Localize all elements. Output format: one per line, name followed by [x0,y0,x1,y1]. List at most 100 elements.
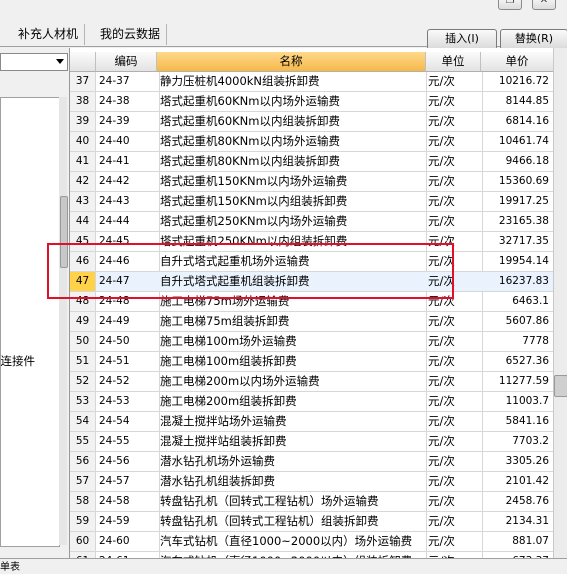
table-row[interactable]: 54 24-54 混凝土搅拌站场外运输费 元/次 5841.16 [70,412,553,432]
row-price[interactable]: 15360.69 [481,172,553,191]
row-price[interactable]: 19917.25 [481,192,553,211]
table-row[interactable]: 44 24-44 塔式起重机250KNm以内场外运输费 元/次 23165.38 [70,212,553,232]
row-unit[interactable]: 元/次 [426,372,483,391]
row-name[interactable]: 潜水钻孔机组装拆卸费 [157,472,427,491]
row-price[interactable]: 3305.26 [481,452,553,471]
row-unit[interactable]: 元/次 [426,392,483,411]
row-price[interactable]: 881.07 [481,532,553,551]
row-code[interactable]: 24-54 [96,412,160,431]
row-code[interactable]: 24-55 [96,432,160,451]
row-index[interactable]: 51 [70,352,96,371]
row-unit[interactable]: 元/次 [426,532,483,551]
row-price[interactable]: 10216.72 [481,72,553,91]
row-price[interactable]: 5607.86 [481,312,553,331]
row-unit[interactable]: 元/次 [426,512,483,531]
grid-scrollbar[interactable] [553,48,567,558]
row-unit[interactable]: 元/次 [426,192,483,211]
row-price[interactable]: 6814.16 [481,112,553,131]
row-name[interactable]: 施工电梯200m以内场外运输费 [157,372,427,391]
row-price[interactable]: 32717.35 [481,232,553,251]
table-row[interactable]: 59 24-59 转盘钻孔机（回转式工程钻机）组装拆卸费 元/次 2134.31 [70,512,553,532]
table-row[interactable]: 49 24-49 施工电梯75m组装拆卸费 元/次 5607.86 [70,312,553,332]
row-code[interactable]: 24-57 [96,472,160,491]
row-index[interactable]: 37 [70,72,96,91]
row-unit[interactable]: 元/次 [426,152,483,171]
row-price[interactable]: 9466.18 [481,152,553,171]
row-index[interactable]: 39 [70,112,96,131]
table-row[interactable]: 50 24-50 施工电梯100m场外运输费 元/次 7778 [70,332,553,352]
row-index[interactable]: 50 [70,332,96,351]
row-index[interactable]: 42 [70,172,96,191]
table-row[interactable]: 41 24-41 塔式起重机80KNm以内组装拆卸费 元/次 9466.18 [70,152,553,172]
row-price[interactable]: 7778 [481,332,553,351]
row-code[interactable]: 24-58 [96,492,160,511]
row-code[interactable]: 24-43 [96,192,160,211]
row-code[interactable]: 24-60 [96,532,160,551]
row-price[interactable]: 6463.1 [481,292,553,311]
table-row[interactable]: 42 24-42 塔式起重机150KNm以内场外运输费 元/次 15360.69 [70,172,553,192]
row-code[interactable]: 24-40 [96,132,160,151]
category-dropdown[interactable] [0,53,68,71]
table-row[interactable]: 57 24-57 潜水钻孔机组装拆卸费 元/次 2101.42 [70,472,553,492]
table-row[interactable]: 53 24-53 施工电梯200m组装拆卸费 元/次 11003.7 [70,392,553,412]
row-price[interactable]: 16237.83 [481,272,553,291]
row-index[interactable]: 41 [70,152,96,171]
row-name[interactable]: 转盘钻孔机（回转式工程钻机）组装拆卸费 [157,512,427,531]
row-unit[interactable]: 元/次 [426,492,483,511]
table-row[interactable]: 55 24-55 混凝土搅拌站组装拆卸费 元/次 7703.2 [70,432,553,452]
row-name[interactable]: 施工电梯100m组装拆卸费 [157,352,427,371]
header-price[interactable]: 单价 [481,52,553,72]
category-tree[interactable]: 顶连接件 [0,97,60,547]
table-row[interactable]: 38 24-38 塔式起重机60KNm以内场外运输费 元/次 8144.85 [70,92,553,112]
row-price[interactable]: 11277.59 [481,372,553,391]
row-name[interactable]: 塔式起重机60KNm以内场外运输费 [157,92,427,111]
row-unit[interactable]: 元/次 [426,332,483,351]
close-icon[interactable]: ✕ [532,0,556,10]
row-price[interactable]: 11003.7 [481,392,553,411]
row-code[interactable]: 24-37 [96,72,160,91]
row-code[interactable]: 24-44 [96,212,160,231]
row-unit[interactable]: 元/次 [426,412,483,431]
table-row[interactable]: 56 24-56 潜水钻孔机场外运输费 元/次 3305.26 [70,452,553,472]
row-unit[interactable]: 元/次 [426,132,483,151]
row-name[interactable]: 汽车式钻机（直径1000~2000以内）场外运输费 [157,532,427,551]
grid-scrollbar-thumb[interactable] [554,375,567,397]
row-code[interactable]: 24-56 [96,452,160,471]
row-name[interactable]: 塔式起重机150KNm以内组装拆卸费 [157,192,427,211]
table-row[interactable]: 40 24-40 塔式起重机80KNm以内场外运输费 元/次 10461.74 [70,132,553,152]
left-scrollbar[interactable] [59,97,67,545]
insert-button[interactable]: 插入(I) [427,29,497,50]
tab-my-cloud-data[interactable]: 我的云数据 [94,24,168,45]
row-code[interactable]: 24-52 [96,372,160,391]
row-name[interactable]: 施工电梯200m组装拆卸费 [157,392,427,411]
row-index[interactable]: 38 [70,92,96,111]
row-unit[interactable]: 元/次 [426,112,483,131]
replace-button[interactable]: 替换(R) [500,29,567,50]
row-unit[interactable]: 元/次 [426,432,483,451]
header-code[interactable]: 编码 [96,52,157,72]
row-code[interactable]: 24-41 [96,152,160,171]
row-code[interactable]: 24-38 [96,92,160,111]
row-name[interactable]: 静力压桩机4000kN组装拆卸费 [157,72,427,91]
row-unit[interactable]: 元/次 [426,472,483,491]
row-name[interactable]: 塔式起重机60KNm以内组装拆卸费 [157,112,427,131]
header-unit[interactable]: 单位 [426,52,481,72]
table-row[interactable]: 37 24-37 静力压桩机4000kN组装拆卸费 元/次 10216.72 [70,72,553,92]
row-index[interactable]: 60 [70,532,96,551]
row-index[interactable]: 58 [70,492,96,511]
row-price[interactable]: 19954.14 [481,252,553,271]
row-unit[interactable]: 元/次 [426,72,483,91]
row-index[interactable]: 56 [70,452,96,471]
row-unit[interactable]: 元/次 [426,312,483,331]
table-row[interactable]: 43 24-43 塔式起重机150KNm以内组装拆卸费 元/次 19917.25 [70,192,553,212]
row-name[interactable]: 塔式起重机80KNm以内场外运输费 [157,132,427,151]
row-price[interactable]: 6527.36 [481,352,553,371]
row-unit[interactable]: 元/次 [426,212,483,231]
row-code[interactable]: 24-53 [96,392,160,411]
table-row[interactable]: 51 24-51 施工电梯100m组装拆卸费 元/次 6527.36 [70,352,553,372]
header-name[interactable]: 名称 [157,52,426,72]
row-unit[interactable]: 元/次 [426,172,483,191]
row-price[interactable]: 5841.16 [481,412,553,431]
row-price[interactable]: 7703.2 [481,432,553,451]
restore-icon[interactable]: ❐ [498,0,522,10]
